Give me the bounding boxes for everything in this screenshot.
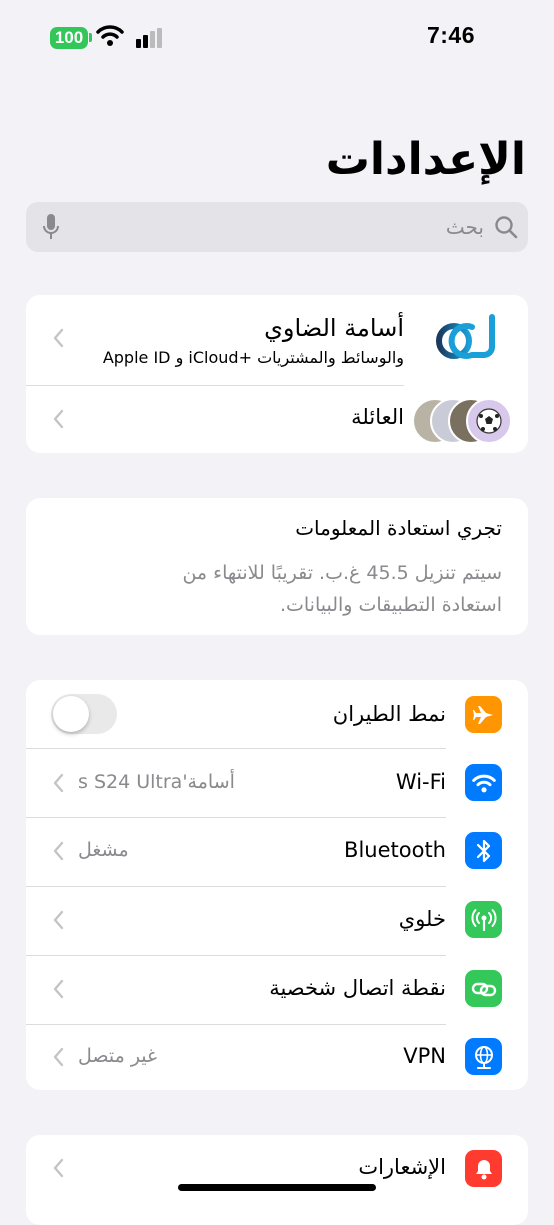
notifications-label: الإشعارات: [358, 1155, 446, 1179]
soccer-ball-icon: [466, 398, 512, 444]
profile-subtitle: Apple ID و iCloud+ والوسائط والمشتريات: [102, 348, 404, 367]
family-row[interactable]: العائلة: [26, 386, 528, 453]
wifi-status-icon: [96, 25, 124, 46]
chevron-icon: [53, 773, 64, 793]
wifi-label: Wi-Fi: [395, 770, 446, 794]
avatar-logo: [436, 314, 495, 359]
chevron-icon: [53, 1047, 64, 1067]
chevron-icon: [53, 979, 64, 999]
bluetooth-icon: [465, 832, 502, 869]
battery-tip: [89, 33, 92, 42]
vpn-row[interactable]: VPN غير متصل: [26, 1025, 528, 1090]
status-bar: 100 7:46: [0, 0, 554, 70]
family-avatars: [412, 398, 512, 444]
airplane-label: نمط الطيران: [332, 702, 446, 726]
profile-card: أسامة الضاوي Apple ID و iCloud+ والوسائط…: [26, 295, 528, 453]
restore-card: تجري استعادة المعلومات سيتم تنزيل 45.5 غ…: [26, 498, 528, 635]
vpn-label: VPN: [403, 1044, 446, 1068]
family-label: العائلة: [351, 405, 404, 429]
restore-title: تجري استعادة المعلومات: [295, 516, 502, 540]
wifi-value: أسامة's S24 Ultra: [78, 771, 235, 793]
search-icon: [495, 216, 518, 239]
chevron-icon: [53, 841, 64, 861]
page-title: الإعدادات: [325, 134, 526, 185]
chevron-icon: [53, 409, 64, 429]
link-icon: [465, 970, 502, 1007]
antenna-icon: [465, 901, 502, 938]
search-placeholder: بحث: [445, 215, 484, 239]
status-time: 7:46: [426, 22, 475, 48]
notifications-row[interactable]: الإشعارات: [26, 1135, 528, 1203]
cellular-label: خلوي: [398, 907, 446, 931]
vpn-value: غير متصل: [78, 1045, 157, 1067]
restore-line-2: استعادة التطبيقات والبيانات.: [279, 594, 502, 616]
airplane-toggle[interactable]: [51, 694, 117, 734]
notifications-card: الإشعارات: [26, 1135, 528, 1225]
connectivity-card: نمط الطيران Wi-Fi أسامة's S24 Ultra Blue…: [26, 680, 528, 1090]
home-indicator[interactable]: [178, 1184, 376, 1191]
restore-line-1: سيتم تنزيل 45.5 غ.ب. تقريبًا للانتهاء من: [182, 562, 502, 584]
bell-icon: [465, 1150, 502, 1187]
chevron-icon: [53, 910, 64, 930]
bluetooth-row[interactable]: Bluetooth مشغل: [26, 818, 528, 886]
profile-name: أسامة الضاوي: [264, 314, 404, 342]
hotspot-row[interactable]: نقطة اتصال شخصية: [26, 956, 528, 1024]
bluetooth-label: Bluetooth: [344, 838, 446, 862]
wifi-icon: [465, 764, 502, 801]
chevron-icon: [53, 1158, 64, 1178]
toggle-knob: [53, 696, 89, 732]
chevron-icon: [53, 328, 64, 348]
apple-id-row[interactable]: أسامة الضاوي Apple ID و iCloud+ والوسائط…: [26, 295, 528, 385]
globe-icon: [465, 1038, 502, 1075]
search-field[interactable]: بحث: [26, 202, 528, 252]
hotspot-label: نقطة اتصال شخصية: [269, 976, 446, 1000]
bluetooth-value: مشغل: [78, 839, 129, 861]
cellular-row[interactable]: خلوي: [26, 887, 528, 955]
airplane-icon: [465, 696, 502, 733]
microphone-icon[interactable]: [42, 213, 60, 241]
cellular-signal-icon: [136, 28, 162, 48]
battery-indicator: 100: [50, 27, 88, 49]
wifi-row[interactable]: Wi-Fi أسامة's S24 Ultra: [26, 749, 528, 817]
airplane-mode-row[interactable]: نمط الطيران: [26, 680, 528, 748]
